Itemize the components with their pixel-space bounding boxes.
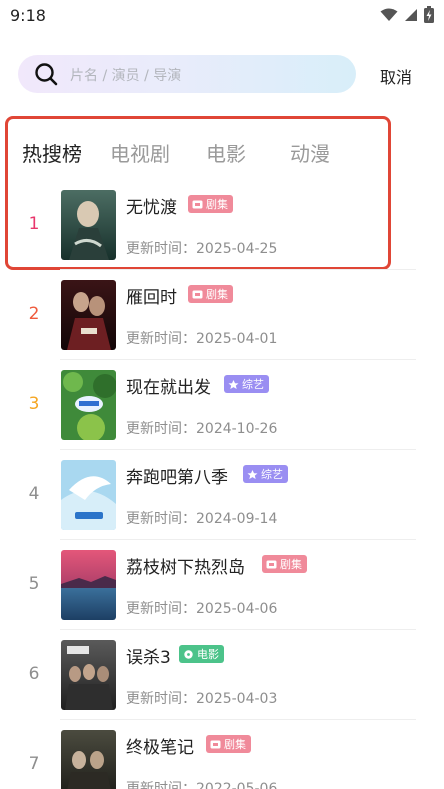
search-bar: 片名 / 演员 / 导演 取消 [0,55,444,95]
rank-number: 2 [28,304,40,324]
search-icon [35,63,58,86]
category-badge: 综艺 [243,465,288,483]
badge-label: 电影 [197,648,219,661]
poster-image [61,190,116,260]
title: 奔跑吧第八季 [126,468,228,488]
rank-number: 7 [28,754,40,774]
title: 现在就出发 [126,378,211,398]
title: 荔枝树下热烈岛 [126,558,245,578]
poster-image [61,460,116,530]
status-icons [380,6,434,23]
search-input[interactable]: 片名 / 演员 / 导演 [18,55,356,93]
update-time: 更新时间：2025-04-25 [126,241,278,257]
title: 无忧渡 [126,198,177,218]
star-icon [228,379,239,389]
badge-label: 剧集 [280,558,302,571]
poster-image [61,370,116,440]
poster-image [61,280,116,350]
film-icon [184,649,193,659]
category-badge: 综艺 [224,375,269,393]
rank-number: 3 [28,394,40,414]
tab-anime[interactable]: 动漫 [290,138,330,167]
category-badge: 剧集 [206,735,251,753]
list-item[interactable]: 6 误杀3 电影 更新时间：2025-04-03 [0,630,444,720]
badge-label: 剧集 [206,288,228,301]
category-badge: 剧集 [188,195,233,213]
badge-label: 综艺 [242,378,264,391]
cancel-button[interactable]: 取消 [380,64,412,88]
update-time: 更新时间：2022-05-06 [126,781,278,789]
update-time: 更新时间：2025-04-01 [126,331,278,347]
status-bar: 9:18 [0,0,444,32]
category-badge: 剧集 [262,555,307,573]
list-item[interactable]: 2 雁回时 剧集 更新时间：2025-04-01 [0,270,444,360]
poster-image [61,730,116,789]
list-item[interactable]: 3 现在就出发 综艺 更新时间：2024-10-26 [0,360,444,450]
rank-number: 4 [28,484,40,504]
status-time: 9:18 [10,6,46,25]
wifi-icon [380,8,398,21]
rank-number: 1 [28,214,40,234]
list-item[interactable]: 7 终极笔记 剧集 更新时间：2022-05-06 [0,720,444,789]
update-time: 更新时间：2024-09-14 [126,511,278,527]
battery-icon [424,6,434,23]
badge-label: 剧集 [224,738,246,751]
list-item[interactable]: 4 奔跑吧第八季 综艺 更新时间：2024-09-14 [0,450,444,540]
tab-movies[interactable]: 电影 [206,138,246,167]
update-time: 更新时间：2025-04-03 [126,691,278,707]
list-item[interactable]: 1 无忧渡 剧集 更新时间：2025-04-25 [0,180,444,270]
tab-hot-search[interactable]: 热搜榜 [22,138,82,167]
title: 雁回时 [126,288,177,308]
rank-number: 6 [28,664,40,684]
tv-icon [192,200,203,208]
poster-image [61,550,116,620]
title: 终极笔记 [126,738,194,758]
search-placeholder: 片名 / 演员 / 导演 [70,68,182,84]
rank-number: 5 [28,574,40,594]
tv-icon [192,290,203,298]
update-time: 更新时间：2025-04-06 [126,601,278,617]
star-icon [247,469,258,479]
list-item[interactable]: 5 荔枝树下热烈岛 剧集 更新时间：2025-04-06 [0,540,444,630]
signal-icon [405,8,417,21]
tv-icon [210,740,221,748]
poster-image [61,640,116,710]
tab-tv-series[interactable]: 电视剧 [110,138,170,167]
update-time: 更新时间：2024-10-26 [126,421,278,437]
badge-label: 综艺 [261,468,283,481]
badge-label: 剧集 [206,198,228,211]
category-badge: 电影 [179,645,224,663]
title: 误杀3 [126,648,171,668]
category-badge: 剧集 [188,285,233,303]
tv-icon [266,560,277,568]
